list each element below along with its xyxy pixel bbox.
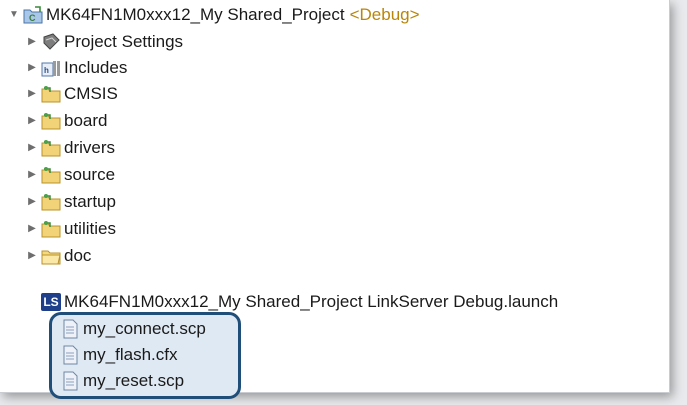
source-folder-icon [41, 138, 61, 158]
tree-item-label: my_flash.cfx [83, 344, 178, 364]
tree-item-my-reset[interactable]: my_reset.scp [60, 367, 184, 394]
tree-item-label: Project Settings [64, 31, 184, 51]
tree-item-label: my_connect.scp [83, 318, 206, 338]
tree-item-label: startup [64, 191, 116, 211]
chevron-right-icon[interactable]: ▶ [26, 246, 38, 266]
tree-item-label: drivers [64, 137, 116, 157]
project-explorer-panel: ▼ C MK64FN1M0xxx12_My Shared_Project <De… [0, 0, 670, 399]
chevron-right-icon[interactable]: ▶ [26, 58, 38, 78]
tree-item-project[interactable]: ▼ C MK64FN1M0xxx12_My Shared_Project <De… [8, 1, 420, 28]
source-folder-icon [41, 165, 61, 185]
folder-icon [41, 246, 61, 266]
source-folder-icon [41, 111, 61, 131]
ls-badge: LS [41, 292, 61, 311]
tree-item-label: source [64, 164, 116, 184]
svg-text:h: h [44, 66, 49, 75]
tree-item-source[interactable]: ▶ source [26, 161, 115, 188]
tree-item-my-flash[interactable]: my_flash.cfx [60, 341, 177, 368]
project-name: MK64FN1M0xxx12_My Shared_Project [46, 4, 345, 24]
chevron-right-icon[interactable]: ▶ [26, 219, 38, 239]
chevron-right-icon[interactable]: ▶ [26, 192, 38, 212]
chevron-right-icon[interactable]: ▶ [26, 32, 38, 52]
tree-item-includes[interactable]: ▶ h Includes [26, 54, 127, 81]
tree-item-cmsis[interactable]: ▶ CMSIS [26, 80, 118, 107]
tree-item-label: board [64, 110, 108, 130]
tree-item-label: CMSIS [64, 83, 118, 103]
chevron-down-icon[interactable]: ▼ [8, 5, 20, 25]
linkserver-launch-icon: LS [41, 292, 61, 312]
source-folder-icon [41, 219, 61, 239]
tree-item-project-settings[interactable]: ▶ Project Settings [26, 28, 183, 55]
project-icon: C [23, 5, 43, 25]
file-icon [60, 371, 80, 391]
chevron-right-icon[interactable]: ▶ [26, 84, 38, 104]
tree-item-board[interactable]: ▶ board [26, 107, 107, 134]
chevron-right-icon[interactable]: ▶ [26, 165, 38, 185]
file-icon [60, 319, 80, 339]
chevron-right-icon[interactable]: ▶ [26, 138, 38, 158]
tree-item-label: MK64FN1M0xxx12_My Shared_Project LinkSer… [64, 291, 559, 311]
settings-book-icon [41, 32, 61, 52]
includes-icon: h [41, 58, 61, 78]
tree-item-drivers[interactable]: ▶ drivers [26, 134, 115, 161]
tree-item-label: Includes [64, 57, 128, 77]
tree-item-my-connect[interactable]: my_connect.scp [60, 315, 206, 342]
build-config-label: <Debug> [349, 4, 420, 24]
chevron-right-icon[interactable]: ▶ [26, 111, 38, 131]
source-folder-icon [41, 84, 61, 104]
tree-item-label: utilities [64, 218, 116, 238]
tree-item-doc[interactable]: ▶ doc [26, 242, 91, 269]
svg-text:C: C [29, 13, 36, 23]
source-folder-icon [41, 192, 61, 212]
tree-item-label: my_reset.scp [83, 370, 185, 390]
tree-item-label: doc [64, 245, 92, 265]
tree-item-utilities[interactable]: ▶ utilities [26, 215, 116, 242]
tree-item-startup[interactable]: ▶ startup [26, 188, 116, 215]
file-icon [60, 345, 80, 365]
tree-item-launch-file[interactable]: LS MK64FN1M0xxx12_My Shared_Project Link… [41, 288, 558, 315]
